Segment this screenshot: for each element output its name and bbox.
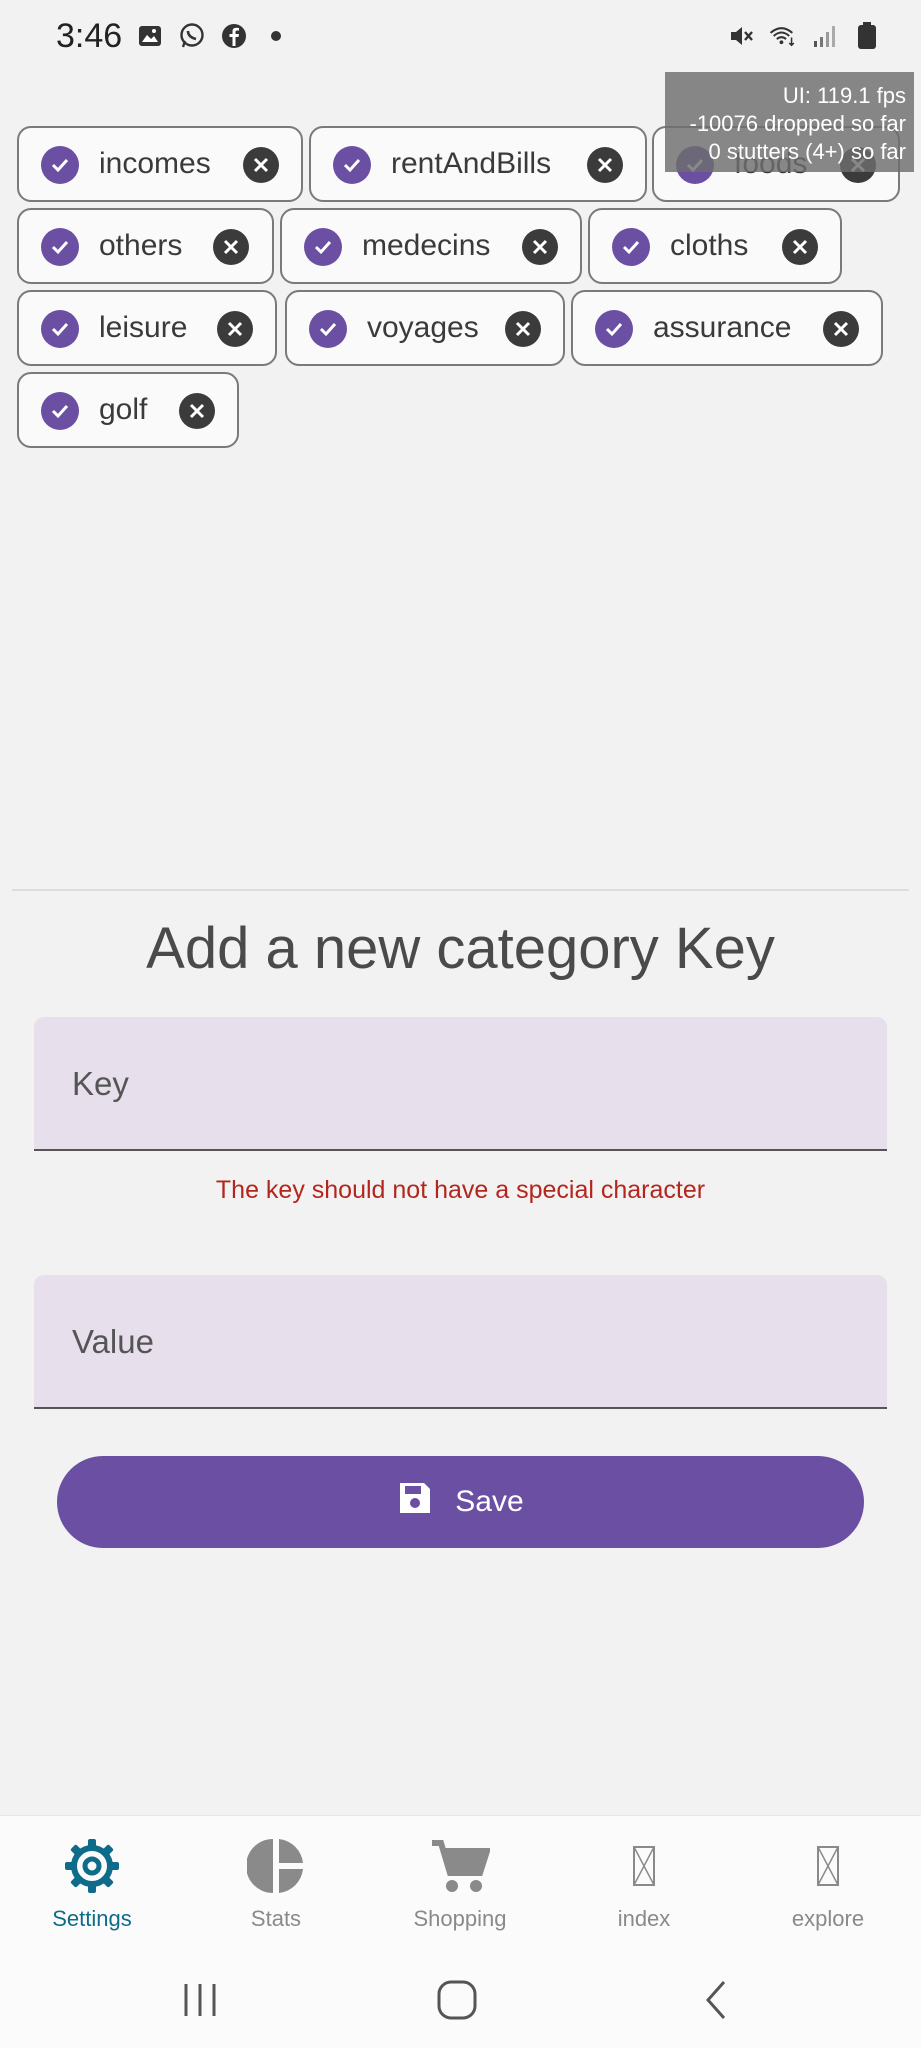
nav-stats[interactable]: Stats (184, 1816, 368, 1951)
key-error-message: The key should not have a special charac… (215, 1176, 706, 1204)
close-icon[interactable] (243, 147, 279, 183)
nav-explore[interactable]: explore (736, 1816, 920, 1951)
perf-stutters: 0 stutters (4+) so far (708, 139, 906, 164)
key-field-placeholder: Key (72, 1065, 129, 1102)
missing-glyph-icon (796, 1834, 860, 1898)
app-screen: 3:46 incomes rentAndBills others medecin… (0, 0, 921, 2048)
perf-dropped: -10076 dropped so far (689, 111, 907, 136)
value-field-placeholder: Value (72, 1323, 154, 1360)
chip-assurance[interactable]: assurance (571, 290, 883, 366)
close-icon[interactable] (522, 229, 558, 265)
form-title: Add a new category Key (146, 916, 775, 981)
nav-label: explore (791, 1906, 865, 1931)
save-icon (397, 1480, 433, 1524)
check-icon (41, 310, 79, 348)
chip-cloths[interactable]: cloths (588, 208, 842, 284)
chip-golf[interactable]: golf (17, 372, 239, 448)
key-field[interactable]: Key (34, 1017, 887, 1151)
chip-medecins[interactable]: medecins (280, 208, 582, 284)
check-icon (41, 228, 79, 266)
chip-label: assurance (653, 311, 792, 344)
check-icon (41, 146, 79, 184)
home-icon[interactable] (427, 1975, 487, 2025)
chip-incomes[interactable]: incomes (17, 126, 303, 202)
missing-glyph-icon (612, 1834, 676, 1898)
pie-chart-icon (244, 1834, 308, 1898)
category-chips: incomes rentAndBills foods others medeci… (0, 0, 921, 460)
chip-label: rentAndBills (391, 147, 552, 180)
system-navigation-bar (0, 1950, 921, 2048)
check-icon (612, 228, 650, 266)
bottom-navigation: Settings Stats Shopping index explore (0, 1815, 921, 1950)
divider (12, 889, 909, 891)
chip-label: others (99, 229, 183, 262)
recent-apps-icon[interactable] (170, 1975, 230, 2025)
nav-settings[interactable]: Settings (0, 1816, 184, 1951)
value-field[interactable]: Value (34, 1275, 887, 1409)
nav-index[interactable]: index (552, 1816, 736, 1951)
back-icon[interactable] (686, 1975, 746, 2025)
nav-label: index (617, 1906, 671, 1931)
check-icon (309, 310, 347, 348)
close-icon[interactable] (587, 147, 623, 183)
close-icon[interactable] (505, 311, 541, 347)
nav-shopping[interactable]: Shopping (368, 1816, 552, 1951)
cart-icon (428, 1834, 492, 1898)
save-button-label: Save (455, 1485, 524, 1518)
check-icon (333, 146, 371, 184)
close-icon[interactable] (782, 229, 818, 265)
performance-overlay: UI: 119.1 fps -10076 dropped so far 0 st… (665, 72, 914, 172)
chip-label: golf (99, 393, 148, 426)
chip-label: leisure (99, 311, 188, 344)
close-icon[interactable] (213, 229, 249, 265)
close-icon[interactable] (823, 311, 859, 347)
chip-label: medecins (362, 229, 491, 262)
close-icon[interactable] (217, 311, 253, 347)
chip-label: incomes (99, 147, 211, 180)
chip-others[interactable]: others (17, 208, 274, 284)
close-icon[interactable] (179, 393, 215, 429)
gear-icon (60, 1834, 124, 1898)
chip-voyages[interactable]: voyages (285, 290, 565, 366)
chip-leisure[interactable]: leisure (17, 290, 277, 366)
nav-label: Settings (52, 1906, 132, 1931)
nav-label: Shopping (413, 1906, 507, 1931)
chip-label: voyages (367, 311, 479, 344)
check-icon (41, 392, 79, 430)
check-icon (595, 310, 633, 348)
perf-fps: UI: 119.1 fps (782, 83, 906, 108)
save-button[interactable]: Save (57, 1456, 864, 1548)
chip-label: cloths (670, 229, 749, 262)
nav-label: Stats (250, 1906, 302, 1931)
check-icon (304, 228, 342, 266)
chip-rentandbills[interactable]: rentAndBills (309, 126, 647, 202)
